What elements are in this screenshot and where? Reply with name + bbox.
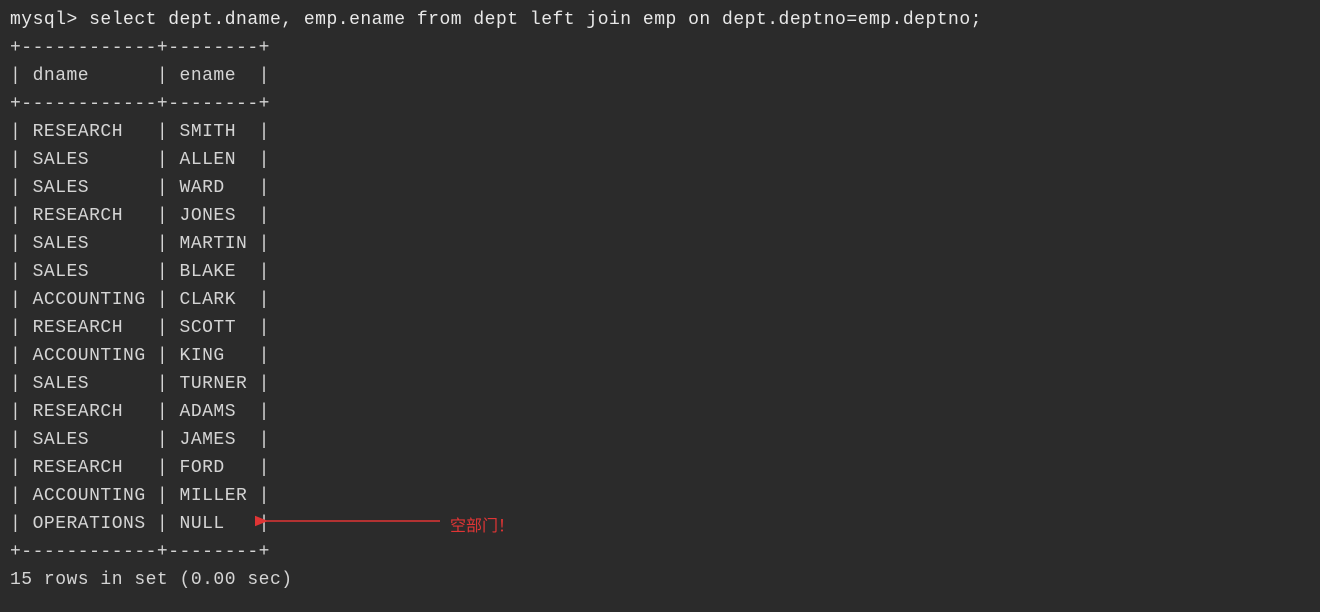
table-row: | RESEARCH | ADAMS | [10,398,1310,426]
table-row: | RESEARCH | JONES | [10,202,1310,230]
table-header-row: | dname | ename | [10,62,1310,90]
table-border: +------------+--------+ [10,34,1310,62]
sql-prompt-line: mysql> select dept.dname, emp.ename from… [10,6,1310,34]
table-row: | SALES | ALLEN | [10,146,1310,174]
table-row: | OPERATIONS | NULL | [10,510,1310,538]
table-row: | SALES | BLAKE | [10,258,1310,286]
table-row: | ACCOUNTING | CLARK | [10,286,1310,314]
table-row: | RESEARCH | FORD | [10,454,1310,482]
table-row: | SALES | WARD | [10,174,1310,202]
terminal-output[interactable]: mysql> select dept.dname, emp.ename from… [10,6,1310,594]
table-row: | RESEARCH | SMITH | [10,118,1310,146]
table-border: +------------+--------+ [10,90,1310,118]
table-row: | SALES | TURNER | [10,370,1310,398]
table-row: | ACCOUNTING | KING | [10,342,1310,370]
mysql-prompt: mysql> [10,10,89,30]
table-row: | SALES | MARTIN | [10,230,1310,258]
result-summary: 15 rows in set (0.00 sec) [10,566,1310,594]
table-row: | ACCOUNTING | MILLER | [10,482,1310,510]
table-row: | RESEARCH | SCOTT | [10,314,1310,342]
sql-command: select dept.dname, emp.ename from dept l… [89,10,982,30]
table-row: | SALES | JAMES | [10,426,1310,454]
annotation-label: 空部门！ [450,512,514,536]
table-border: +------------+--------+ [10,538,1310,566]
